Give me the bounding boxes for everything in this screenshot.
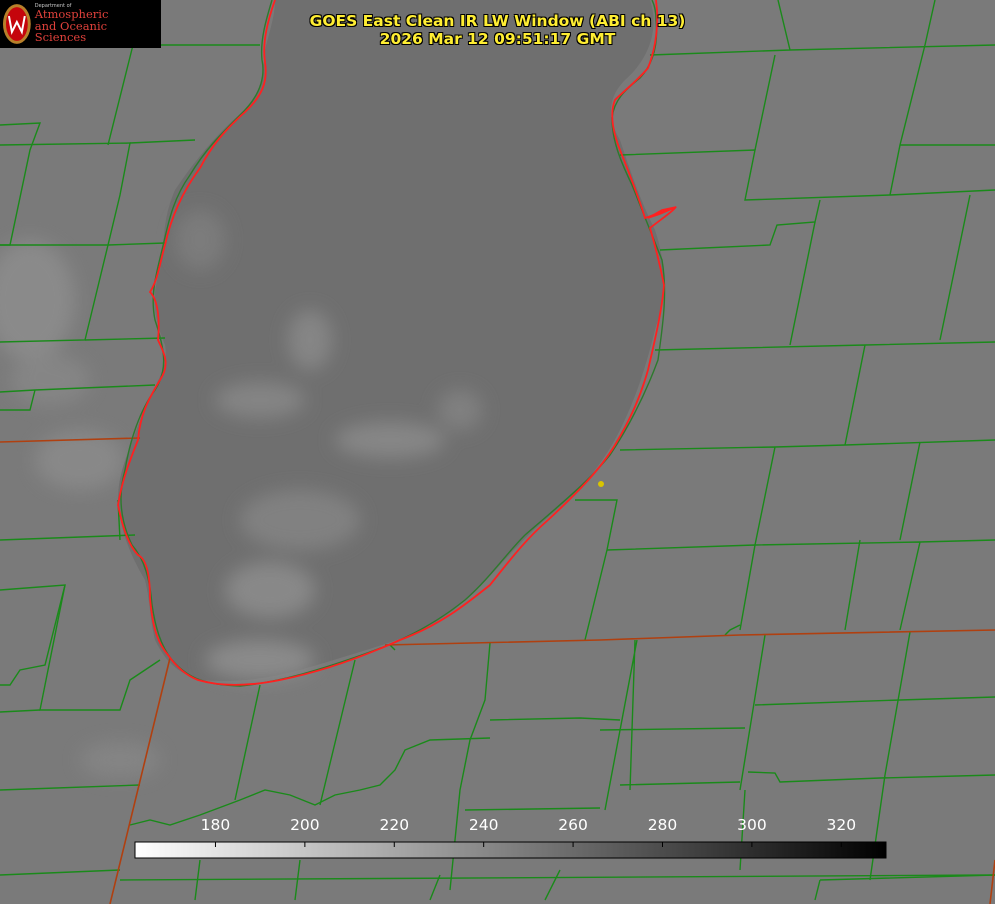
satellite-map: 180 200 220 240 260 280 300 320: [0, 0, 995, 904]
colorbar-tick-label: 280: [648, 816, 678, 834]
colorbar-tick-label: 320: [827, 816, 857, 834]
colorbar-tick-label: 240: [469, 816, 499, 834]
colorbar-tick-label: 260: [558, 816, 588, 834]
satellite-image-viewer: 180 200 220 240 260 280 300 320 Department of A…: [0, 0, 995, 904]
location-marker: [598, 481, 604, 487]
colorbar-tick-label: 300: [737, 816, 767, 834]
colorbar-tick-label: 200: [290, 816, 320, 834]
colorbar-tick-label: 180: [201, 816, 231, 834]
title-timestamp: 2026 Mar 12 09:51:17 GMT: [379, 30, 616, 48]
title-product: GOES East Clean IR LW Window (ABI ch 13): [309, 12, 686, 30]
colorbar-gradient: [134, 841, 887, 859]
colorbar-tick-label: 220: [379, 816, 409, 834]
image-title: GOES East Clean IR LW Window (ABI ch 13)…: [0, 12, 995, 48]
